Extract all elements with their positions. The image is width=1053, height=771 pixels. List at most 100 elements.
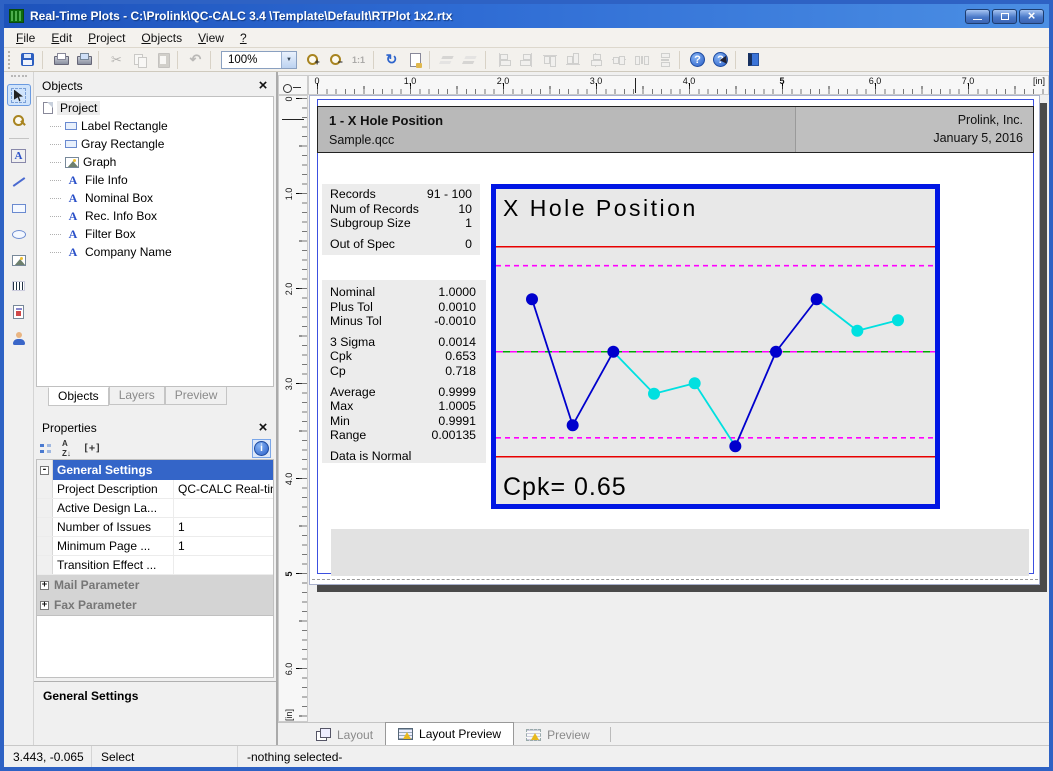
property-group-selected[interactable]: - General Settings <box>37 460 273 480</box>
tree-item[interactable]: Nominal Box <box>37 189 273 207</box>
send-back-button[interactable] <box>459 49 482 70</box>
property-value[interactable] <box>174 499 273 517</box>
property-group-collapsed[interactable]: + Fax Parameter <box>37 595 273 615</box>
copy-button[interactable] <box>128 49 151 70</box>
report-tool-button[interactable] <box>7 301 31 323</box>
expand-icon[interactable]: + <box>40 601 49 610</box>
maximize-icon <box>1001 13 1009 20</box>
maximize-button[interactable] <box>992 9 1017 24</box>
line-tool-button[interactable] <box>7 171 31 193</box>
expand-all-button[interactable]: [+] <box>83 443 101 454</box>
ellipse-tool-button[interactable] <box>7 223 31 245</box>
stat-label: Cp <box>330 364 445 379</box>
property-value[interactable]: 1 <box>174 518 273 536</box>
info-icon <box>254 441 269 456</box>
tree-item[interactable]: Rec. Info Box <box>37 207 273 225</box>
property-row[interactable]: Transition Effect ... <box>37 556 273 575</box>
select-tool-button[interactable] <box>7 84 31 106</box>
nominal-box-object[interactable]: Nominal 1.0000 Plus Tol 0.0010 <box>322 280 486 463</box>
property-group-collapsed[interactable]: + Mail Parameter <box>37 575 273 595</box>
template-page[interactable]: 1 - X Hole Position Sample.qcc Prolink, … <box>309 95 1040 585</box>
palette-grip[interactable] <box>11 75 27 77</box>
toolbar-grip[interactable] <box>8 51 12 69</box>
rectangle-tool-button[interactable] <box>7 197 31 219</box>
property-row[interactable]: Active Design La... <box>37 499 273 518</box>
stat-row: Range 0.00135 <box>330 428 476 443</box>
refresh-button[interactable] <box>380 49 403 70</box>
properties-button[interactable] <box>403 49 426 70</box>
panel-tab[interactable]: Preview <box>165 387 228 405</box>
stat-row: 3 Sigma 0.0014 <box>330 335 476 350</box>
chevron-down-icon[interactable] <box>281 52 296 68</box>
label-rectangle-object[interactable]: 1 - X Hole Position Sample.qcc Prolink, … <box>317 106 1034 153</box>
collapse-icon[interactable]: - <box>40 466 49 475</box>
view-tab[interactable]: Layout Preview <box>385 722 514 745</box>
center-h-button[interactable] <box>584 49 607 70</box>
print-preview-button[interactable] <box>72 49 95 70</box>
center-v-button[interactable] <box>607 49 630 70</box>
stat-label: Records <box>330 187 427 202</box>
tree-item[interactable]: File Info <box>37 171 273 189</box>
menu-item[interactable]: Edit <box>43 29 80 47</box>
help-button[interactable] <box>686 49 709 70</box>
tree-item[interactable]: Label Rectangle <box>37 117 273 135</box>
menu-item[interactable]: ? <box>232 29 255 47</box>
print-button[interactable] <box>49 49 72 70</box>
menu-item[interactable]: View <box>190 29 232 47</box>
rectangle-icon <box>12 204 26 213</box>
person-tool-button[interactable] <box>7 327 31 349</box>
paste-button[interactable] <box>151 49 174 70</box>
tree-item[interactable]: Graph <box>37 153 273 171</box>
tree-item[interactable]: Filter Box <box>37 225 273 243</box>
view-tab[interactable]: Layout <box>304 724 385 745</box>
close-button[interactable] <box>1019 9 1044 24</box>
zoom-in-button[interactable] <box>301 49 324 70</box>
control-chart-object[interactable]: X Hole PositionCpk= 0.65 <box>491 184 940 509</box>
design-canvas[interactable]: 1 - X Hole Position Sample.qcc Prolink, … <box>308 95 1049 722</box>
sort-alphabetical-icon[interactable] <box>60 441 76 457</box>
space-h-button[interactable] <box>630 49 653 70</box>
menu-item[interactable]: Objects <box>133 29 190 47</box>
align-bottom-button[interactable] <box>561 49 584 70</box>
tree-root-project[interactable]: Project <box>37 99 273 117</box>
align-left-button[interactable] <box>492 49 515 70</box>
panel-tab[interactable]: Layers <box>109 387 165 405</box>
image-tool-button[interactable] <box>7 249 31 271</box>
barcode-tool-button[interactable] <box>7 275 31 297</box>
zoom-tool-button[interactable] <box>7 110 31 132</box>
info-button[interactable] <box>252 439 271 458</box>
actual-size-button[interactable]: 1:1 <box>347 49 370 70</box>
close-icon[interactable] <box>254 78 272 94</box>
align-top-button[interactable] <box>538 49 561 70</box>
property-value[interactable]: 1 <box>174 537 273 555</box>
view-tab[interactable]: Preview <box>514 724 602 745</box>
property-value[interactable] <box>174 556 273 574</box>
panel-tab[interactable]: Objects <box>48 387 109 406</box>
property-row[interactable]: Minimum Page ... 1 <box>37 537 273 556</box>
undo-button[interactable] <box>184 49 207 70</box>
property-value[interactable]: QC-CALC Real-tim... <box>174 480 273 498</box>
align-right-button[interactable] <box>515 49 538 70</box>
rec-info-box-object[interactable]: Records 91 - 100 Num of Records 10 <box>322 184 480 255</box>
tree-item[interactable]: Gray Rectangle <box>37 135 273 153</box>
space-v-button[interactable] <box>653 49 676 70</box>
exit-button[interactable] <box>742 49 765 70</box>
save-button[interactable] <box>16 49 39 70</box>
cut-button[interactable] <box>105 49 128 70</box>
title-bar[interactable]: Real-Time Plots - C:\Prolink\QC-CALC 3.4… <box>4 4 1049 28</box>
property-row[interactable]: Number of Issues 1 <box>37 518 273 537</box>
expand-icon[interactable]: + <box>40 581 49 590</box>
categorized-view-icon[interactable] <box>39 442 53 455</box>
close-icon[interactable] <box>254 420 272 436</box>
zoom-out-button[interactable] <box>324 49 347 70</box>
gray-rectangle-object[interactable] <box>331 529 1029 576</box>
text-tool-button[interactable] <box>7 145 31 167</box>
zoom-level-combo[interactable]: 100% <box>221 51 297 69</box>
minimize-button[interactable] <box>965 9 990 24</box>
property-row[interactable]: Project Description QC-CALC Real-tim... <box>37 480 273 499</box>
menu-item[interactable]: Project <box>80 29 133 47</box>
help-context-button[interactable] <box>709 49 732 70</box>
menu-item[interactable]: File <box>8 29 43 47</box>
tree-item[interactable]: Company Name <box>37 243 273 261</box>
bring-front-button[interactable] <box>436 49 459 70</box>
